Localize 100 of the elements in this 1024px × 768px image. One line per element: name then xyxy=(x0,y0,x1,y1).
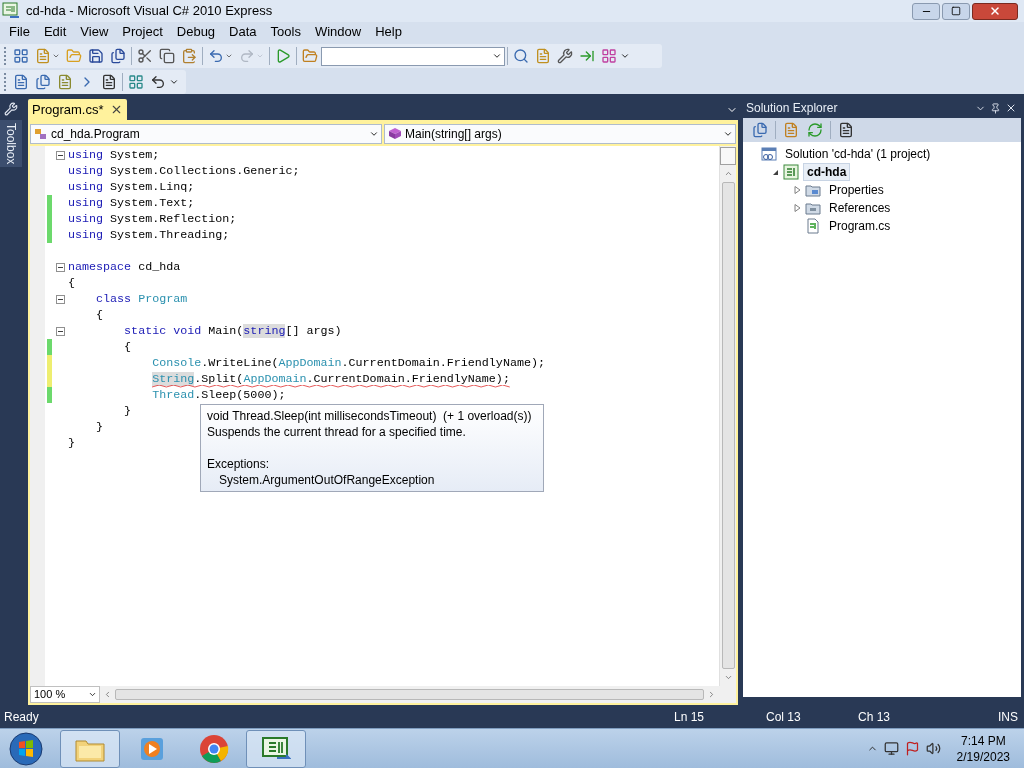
menu-item[interactable]: Data xyxy=(222,22,264,42)
caret-icon xyxy=(256,52,264,60)
pin-icon[interactable] xyxy=(990,102,1001,114)
find-icon xyxy=(513,48,529,64)
clock-date: 2/19/2023 xyxy=(956,748,1010,765)
collapse-icon[interactable] xyxy=(55,326,65,336)
code-line: namespace cd_hda xyxy=(68,259,181,275)
caret-icon xyxy=(492,51,502,61)
code-line: } xyxy=(124,403,132,419)
method-signature: void Thread.Sleep(int millisecondsTimeout) (+ 1 overload(s)) xyxy=(207,408,533,424)
flag-icon[interactable] xyxy=(904,741,920,756)
code-line: using System.Text; xyxy=(68,195,195,211)
code-line: String.Split(AppDomain.CurrentDomain.FriendlyName); xyxy=(152,371,510,387)
code-line: { xyxy=(68,275,75,291)
member-dropdown-value: Main(string[] args) xyxy=(405,126,502,143)
tree-item[interactable]: cd-hda xyxy=(803,163,851,181)
folder-icon xyxy=(805,200,821,216)
zoom-dropdown[interactable]: 100 % xyxy=(30,686,100,703)
collapsed-arrow-icon[interactable] xyxy=(793,186,801,194)
undo-icon xyxy=(208,48,224,64)
toolbox-tab[interactable]: Toolbox xyxy=(0,120,22,168)
open-icon xyxy=(66,48,82,64)
caret-icon xyxy=(723,129,733,139)
close-button[interactable] xyxy=(972,2,1018,20)
taskbar-button[interactable] xyxy=(246,729,306,768)
maximize-button[interactable] xyxy=(942,2,970,20)
document-tab[interactable]: Program.cs* xyxy=(28,99,127,120)
status-message: Ready xyxy=(4,708,39,726)
tree-item[interactable]: References xyxy=(825,199,895,217)
line-number: Ln 15 xyxy=(674,708,705,726)
code-line: { xyxy=(96,307,104,323)
caret-icon xyxy=(369,129,379,139)
maximize-icon xyxy=(951,6,961,16)
type-dropdown[interactable]: cd_hda.Program xyxy=(30,124,382,144)
close-icon[interactable] xyxy=(1005,102,1017,114)
close-icon xyxy=(989,5,1001,17)
copy-icon xyxy=(159,48,175,64)
tab-label: Program.cs* xyxy=(32,100,104,119)
caret-icon xyxy=(88,690,97,699)
scroll-right-icon[interactable] xyxy=(707,690,716,699)
menu-item[interactable]: Edit xyxy=(36,22,74,42)
menu-item[interactable]: Window xyxy=(307,22,369,42)
menu-item[interactable]: File xyxy=(2,22,37,42)
find-combobox[interactable] xyxy=(321,46,505,66)
clock[interactable]: 7:14 PM 2/19/2023 xyxy=(946,732,1020,765)
code-line: class Program xyxy=(96,291,188,307)
start-icon xyxy=(275,48,291,64)
overflow-icon[interactable] xyxy=(169,77,179,87)
csharp-project-icon xyxy=(783,164,799,180)
cut-icon xyxy=(137,48,153,64)
scroll-down-icon[interactable] xyxy=(723,673,733,682)
split-handle[interactable] xyxy=(720,147,736,165)
collapse-icon[interactable] xyxy=(55,294,65,304)
char-number: Ch 13 xyxy=(858,708,891,726)
code-line: Thread.Sleep(5000); xyxy=(152,387,286,403)
paste-icon xyxy=(181,48,197,64)
collapsed-arrow-icon[interactable] xyxy=(793,204,801,212)
code-line: using System.Reflection; xyxy=(68,211,237,227)
browser-icon xyxy=(199,733,229,764)
collapse-icon[interactable] xyxy=(55,262,65,272)
taskbar-button[interactable] xyxy=(60,729,120,768)
redo-icon xyxy=(239,48,255,64)
code-line: { xyxy=(124,339,132,355)
expanded-arrow-icon[interactable] xyxy=(771,168,779,176)
network-icon[interactable] xyxy=(883,741,899,756)
code-line: } xyxy=(68,435,75,451)
tree-item[interactable]: Program.cs xyxy=(825,217,895,235)
code-line: using System.Linq; xyxy=(68,179,195,195)
menu-item[interactable]: Debug xyxy=(169,22,223,42)
overflow-icon[interactable] xyxy=(620,51,630,61)
speaker-icon[interactable] xyxy=(925,741,941,756)
csharp-app-icon xyxy=(261,735,291,762)
method-icon xyxy=(388,127,402,141)
toolbox-icon[interactable] xyxy=(4,102,18,116)
menu-item[interactable]: Tools xyxy=(263,22,308,42)
tree-item[interactable]: Solution 'cd-hda' (1 project) xyxy=(781,145,935,163)
menu-item[interactable]: Project xyxy=(115,22,170,42)
code-line: static void Main(string[] args) xyxy=(124,323,342,339)
windows-logo-icon xyxy=(9,731,43,766)
code-line: } xyxy=(96,419,104,435)
column-number: Col 13 xyxy=(766,708,802,726)
scroll-left-icon[interactable] xyxy=(103,690,112,699)
caret-icon xyxy=(225,52,233,60)
folder-icon xyxy=(805,182,821,198)
code-line: using System.Collections.Generic; xyxy=(68,163,300,179)
save-icon xyxy=(88,48,104,64)
type-dropdown-value: cd_hda.Program xyxy=(51,126,140,143)
window-title: cd-hda - Microsoft Visual C# 2010 Express xyxy=(26,2,273,21)
member-dropdown[interactable]: Main(string[] args) xyxy=(384,124,736,144)
tree-item[interactable]: Properties xyxy=(825,181,888,199)
code-line: Console.WriteLine(AppDomain.CurrentDomain.FriendlyName); xyxy=(152,355,545,371)
menu-item[interactable]: View xyxy=(73,22,116,42)
scroll-up-icon[interactable] xyxy=(723,169,733,178)
code-line: using System.Threading; xyxy=(68,227,230,243)
start-button[interactable] xyxy=(6,729,46,768)
exceptions-label: Exceptions: xyxy=(207,456,271,472)
collapse-icon[interactable] xyxy=(55,150,65,160)
menu-item[interactable]: Help xyxy=(368,22,409,42)
vertical-scrollbar[interactable] xyxy=(719,146,736,686)
csharp-file-icon xyxy=(805,218,821,234)
